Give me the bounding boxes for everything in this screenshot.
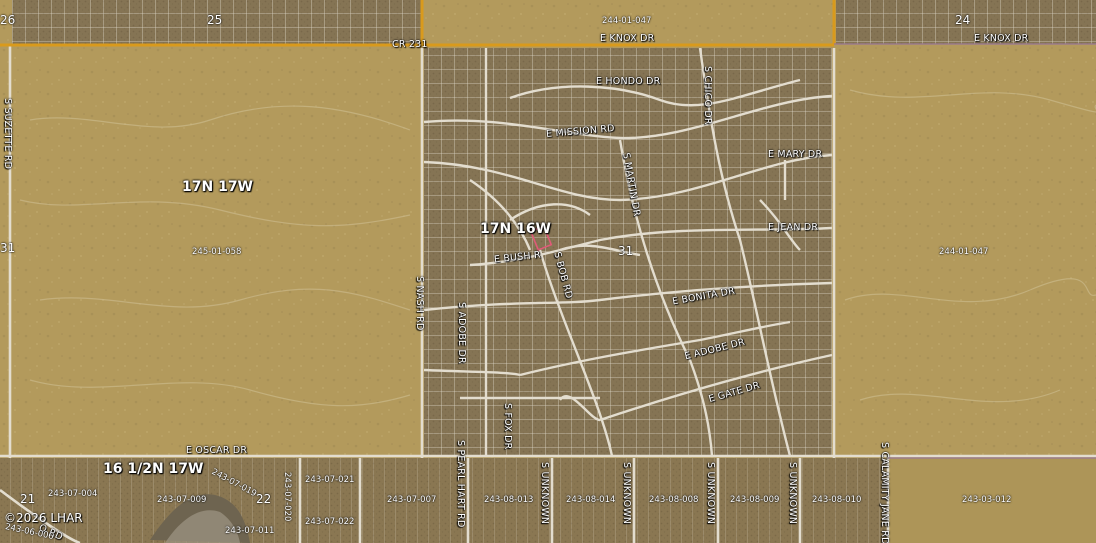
road-label-fox: S FOX DR	[502, 403, 513, 450]
road-label-jean: E JEAN DR	[768, 222, 819, 233]
parcel-label-243-03-012: 243-03-012	[962, 495, 1012, 505]
section-number-31: 31	[618, 244, 634, 258]
road-label-unknown-2: S UNKNOWN	[621, 462, 632, 525]
parcel-label-244-01-047-north: 244-01-047	[602, 16, 652, 26]
road-label-pearl-hart: S PEARL HART RD	[455, 440, 466, 528]
parcel-label-243-08-009: 243-08-009	[730, 495, 780, 505]
road-label-knox-west: E KNOX DR	[600, 33, 655, 44]
parcel-label-244-01-047-east: 244-01-047	[939, 247, 989, 257]
parcel-label-243-07-022: 243-07-022	[305, 517, 355, 527]
parcel-label-245-01-058: 245-01-058	[192, 247, 242, 257]
road-label-unknown-3: S UNKNOWN	[705, 462, 716, 525]
parcel-label-243-07-007: 243-07-007	[387, 495, 437, 505]
road-label-calamity-jane: S CALAMITY JANE RD	[879, 442, 890, 543]
section-number-31-west: 31	[0, 241, 16, 255]
road-label-knox-east: E KNOX DR	[974, 33, 1029, 44]
copyright-notice: ©2026 LHAR	[4, 511, 83, 525]
road-label-hondo: E HONDO DR	[596, 76, 661, 87]
parcel-label-243-08-008: 243-08-008	[649, 495, 699, 505]
township-label-17n-16w: 17N 16W	[480, 221, 551, 237]
parcel-label-243-08-013: 243-08-013	[484, 495, 534, 505]
road-label-oscar: E OSCAR DR	[186, 445, 248, 456]
map-view[interactable]: 17N 17W 17N 16W 16 1/2N 17W 26 25 24 31 …	[0, 0, 1096, 543]
section-number-25: 25	[207, 13, 223, 27]
road-label-suzette: S SUZETTE RD	[2, 98, 13, 170]
parcel-label-243-07-020: 243-07-020	[282, 472, 292, 522]
road-label-unknown-1: S UNKNOWN	[539, 462, 550, 525]
parcel-label-243-08-014: 243-08-014	[566, 495, 616, 505]
parcel-label-243-08-010: 243-08-010	[812, 495, 862, 505]
section-number-26: 26	[0, 13, 16, 27]
parcel-label-243-07-011: 243-07-011	[225, 526, 275, 536]
parcel-label-243-07-004: 243-07-004	[48, 489, 98, 499]
township-label-16-half-n-17w: 16 1/2N 17W	[103, 461, 204, 477]
road-label-chico: S CHICO DR	[702, 66, 713, 125]
road-label-mary: E MARY DR	[768, 149, 823, 160]
section-number-22: 22	[256, 492, 272, 506]
parcel-label-243-07-009: 243-07-009	[157, 495, 207, 505]
section-number-21: 21	[20, 492, 36, 506]
road-label-nash: S NASH RD	[414, 276, 425, 331]
road-label-cr-231: CR 231	[392, 39, 428, 50]
section-number-24: 24	[955, 13, 971, 27]
road-label-adobe-south: S ADOBE DR	[456, 302, 467, 364]
township-label-17n-17w: 17N 17W	[182, 179, 253, 195]
road-label-unknown-4: S UNKNOWN	[787, 462, 798, 525]
parcel-label-243-07-021: 243-07-021	[305, 475, 355, 485]
